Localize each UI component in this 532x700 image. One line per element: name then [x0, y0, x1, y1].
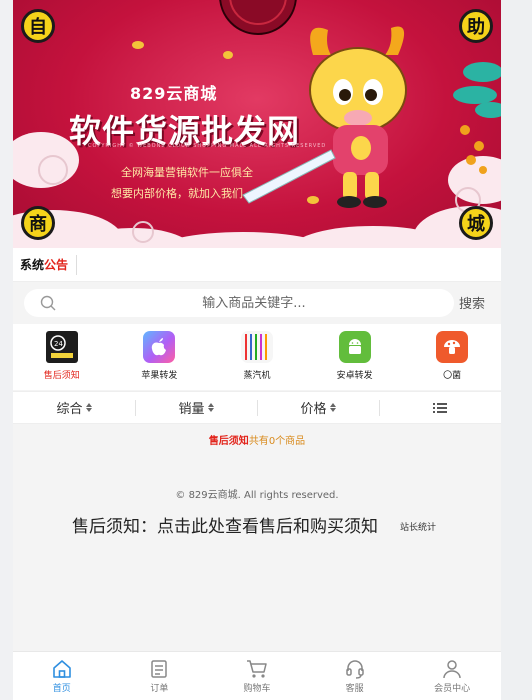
tab-label: 首页	[52, 684, 71, 694]
user-icon	[443, 660, 461, 679]
steam-engine-icon	[240, 331, 273, 363]
sort-comprehensive[interactable]: 综合	[13, 392, 135, 423]
banner-copyright: COPYRIGHT © WEBONE CLOUD SHOPPING MALL A…	[88, 143, 327, 149]
corner-badge: 城	[459, 206, 493, 240]
announcement-bar[interactable]: 系统公告	[13, 248, 501, 282]
headset-icon	[345, 660, 364, 679]
corner-badge: 自	[21, 9, 55, 43]
banner-slogan: 想要内部价格，就加入我们	[111, 187, 243, 200]
category-apple[interactable]: 苹果转发	[111, 324, 209, 390]
category-label: 蒸汽机	[243, 371, 271, 381]
sort-label: 价格	[300, 402, 327, 417]
category-grid: 24 售后须知 苹果转发 蒸汽机 安卓转发 〇菌	[13, 324, 501, 390]
category-label: 售后须知	[43, 371, 80, 381]
cart-icon	[246, 660, 267, 678]
tab-label: 客服	[345, 684, 364, 694]
sort-arrows-icon	[329, 403, 336, 412]
category-android[interactable]: 安卓转发	[306, 324, 404, 390]
order-icon	[151, 660, 168, 678]
search-button[interactable]: 搜索	[459, 293, 485, 312]
search-icon	[40, 295, 56, 311]
tab-cart[interactable]: 购物车	[208, 652, 306, 700]
sort-price[interactable]: 价格	[257, 392, 379, 423]
banner-logo-text: 829云商城	[130, 84, 218, 103]
android-icon	[338, 331, 371, 363]
footer-copyright: © 829云商城. All rights reserved.	[175, 490, 339, 501]
after-sales-icon: 24	[45, 331, 78, 363]
tab-label: 购物车	[243, 684, 271, 694]
sort-bar: 综合 销量 价格	[13, 391, 501, 424]
svg-text:24: 24	[54, 340, 63, 348]
tab-home[interactable]: 首页	[13, 652, 111, 700]
sort-label: 销量	[178, 402, 205, 417]
after-sales-notice-link[interactable]: 售后须知：点击此处查看售后和购买须知	[72, 512, 378, 537]
corner-badge: 助	[459, 9, 493, 43]
apple-icon	[143, 331, 176, 363]
result-category: 售后须知	[208, 436, 249, 447]
search-bar: 搜索	[13, 282, 501, 324]
category-label: 安卓转发	[336, 371, 373, 381]
category-label: 苹果转发	[141, 371, 178, 381]
category-mushroom[interactable]: 〇菌	[403, 324, 501, 390]
category-steam[interactable]: 蒸汽机	[208, 324, 306, 390]
bottom-nav: 首页 订单 购物车 客服 会员中心	[13, 651, 501, 700]
sort-arrows-icon	[85, 403, 92, 412]
result-count: 售后须知共有0个商品	[13, 432, 501, 447]
sort-label: 综合	[56, 402, 83, 417]
announcement-title: 系统公告	[20, 254, 78, 275]
category-label: 〇菌	[443, 371, 462, 381]
category-after-sales[interactable]: 24 售后须知	[13, 324, 111, 390]
tab-member[interactable]: 会员中心	[403, 652, 501, 700]
search-box[interactable]	[24, 289, 454, 317]
banner-slogan: 全网海量营销软件一应俱全	[121, 166, 253, 179]
home-icon	[52, 660, 71, 678]
result-prefix: 共有	[248, 436, 269, 447]
app-container: 自 助 商 城 829云商城 软件货源批发网 COPYRIGHT © WEBON…	[13, 0, 501, 700]
tab-service[interactable]: 客服	[306, 652, 404, 700]
site-stats-link[interactable]: 站长统计	[400, 520, 436, 533]
announcement-title-highlight: 公告	[44, 257, 69, 272]
sort-sales[interactable]: 销量	[135, 392, 257, 423]
tab-orders[interactable]: 订单	[111, 652, 209, 700]
result-suffix: 个商品	[275, 436, 306, 447]
announcement-title-plain: 系统	[20, 257, 45, 272]
search-input[interactable]	[64, 289, 444, 317]
page-scroll-area[interactable]	[501, 0, 532, 700]
promo-banner[interactable]: 自 助 商 城 829云商城 软件货源批发网 COPYRIGHT © WEBON…	[13, 0, 501, 248]
sort-arrows-icon	[207, 403, 214, 412]
corner-badge: 商	[21, 206, 55, 240]
tab-label: 订单	[150, 684, 169, 694]
list-icon	[433, 402, 447, 413]
tab-label: 会员中心	[434, 684, 471, 694]
mushroom-icon	[436, 331, 469, 363]
view-toggle[interactable]	[379, 392, 501, 423]
